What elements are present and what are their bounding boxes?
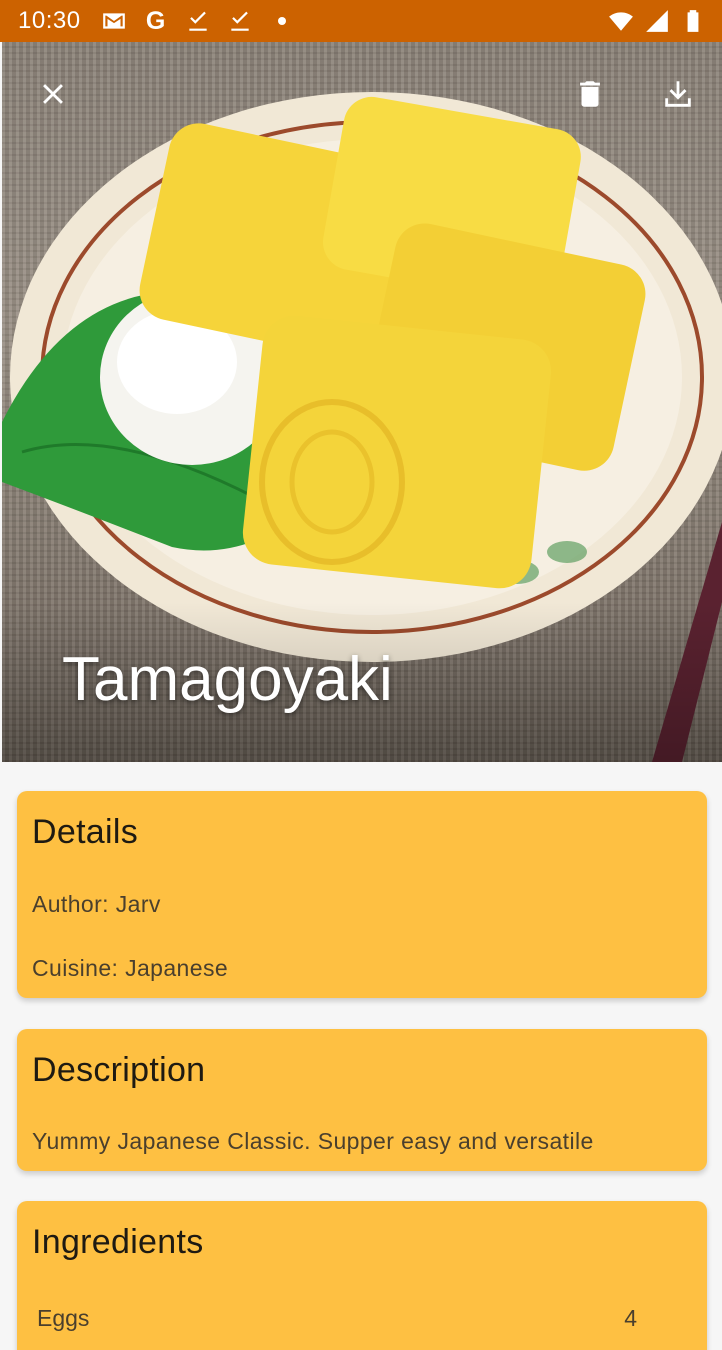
status-bar: 10:30 G [0,0,722,42]
wifi-icon [608,8,634,34]
delete-button[interactable] [562,66,618,122]
trash-icon [580,81,600,107]
description-card: Description Yummy Japanese Classic. Supp… [17,1029,707,1171]
battery-icon [680,8,706,34]
description-text: Yummy Japanese Classic. Supper easy and … [32,1128,594,1154]
details-card: Details Author: Jarv Cuisine: Japanese [17,791,707,998]
download-button[interactable] [650,66,706,122]
ingredients-card: Ingredients Eggs 4 [17,1201,707,1350]
download-icon [665,81,691,107]
author-text: Author: Jarv [32,891,161,917]
ingredient-name: Eggs [37,1305,90,1331]
description-heading: Description [32,1051,206,1089]
recipe-hero-image: Tamagoyaki [2,42,722,762]
recipe-title: Tamagoyaki [62,645,393,714]
gmail-icon [101,8,127,34]
ingredient-row: Eggs 4 [37,1305,637,1332]
google-icon: G [145,6,166,35]
close-icon [43,84,63,104]
download-done-icon [227,8,253,34]
close-button[interactable] [25,66,81,122]
recipe-detail-screen: 10:30 G Tamagoyaki Details Author: Jarv … [0,0,722,1350]
status-time: 10:30 [18,7,81,34]
download-done-icon [185,8,211,34]
details-heading: Details [32,813,139,851]
ingredients-heading: Ingredients [32,1223,204,1261]
system-status-icons [608,8,706,34]
status-notification-icons: G [101,6,295,35]
ingredient-quantity: 4 [624,1305,637,1331]
notification-dot-icon [269,8,295,34]
cuisine-text: Cuisine: Japanese [32,955,229,981]
signal-icon [644,8,670,34]
